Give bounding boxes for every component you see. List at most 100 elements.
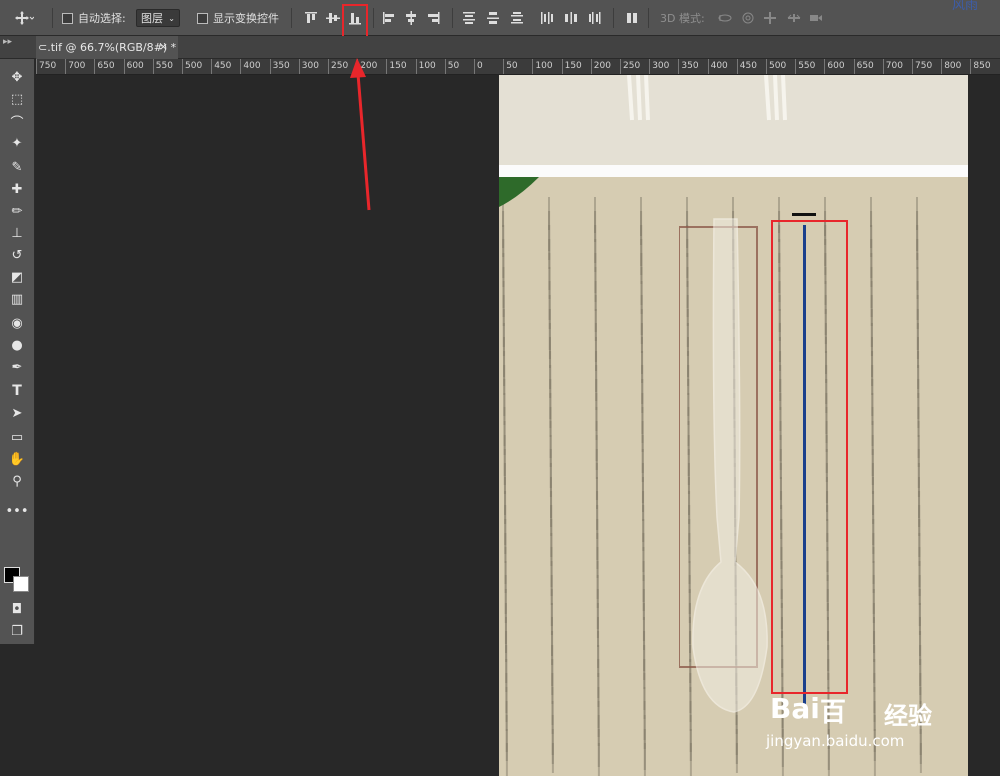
- zoom-tool-icon[interactable]: ⚲: [5, 471, 29, 491]
- screen-mode-icon[interactable]: ❐: [5, 621, 29, 641]
- distribute-horizontal-centers-icon[interactable]: [563, 10, 579, 26]
- distribute-top-icon[interactable]: [461, 10, 477, 26]
- ruler-tick-label: 150: [561, 59, 582, 74]
- move-icon: [15, 11, 34, 25]
- checkbox-icon: [62, 12, 73, 24]
- ruler-tick-label: 300: [649, 59, 669, 74]
- path-selection-icon[interactable]: ➤: [5, 403, 29, 423]
- 3d-pan-icon[interactable]: [762, 10, 778, 26]
- ruler-tick-label: 350: [269, 59, 290, 74]
- tools-panel: ✥ ⬚ ⌒ ✦ ✎ ✚ ✏ ⊥ ↺ ◩ ▥ ◉ ● ✒ T ➤ ▭ ✋ ⚲ ••• ◘ ❐: [0, 59, 35, 644]
- show-transform-label: 显示变换控件: [213, 12, 279, 25]
- document-tab[interactable]: ⊂.tif @ 66.7%(RGB/8#) * ×: [36, 36, 178, 59]
- show-transform-checkbox[interactable]: 显示变换控件: [197, 0, 279, 36]
- ruler-tick-label: 250: [328, 59, 348, 74]
- ruler-tick-label: 50: [503, 59, 518, 74]
- history-brush-icon[interactable]: ↺: [5, 245, 29, 265]
- align-left-edges-icon[interactable]: [381, 10, 397, 26]
- watermark-brand-du: 百: [820, 698, 847, 728]
- ruler-tick-label: 200: [357, 59, 377, 74]
- distribute-vertical-centers-icon[interactable]: [485, 10, 501, 26]
- ruler-tick-label: 450: [211, 59, 231, 74]
- options-bar: 自动选择: 图层 ⌄ 显示变换控件 3D 模式: 风雨: [0, 0, 1000, 36]
- align-right-edges-icon[interactable]: [425, 10, 441, 26]
- hand-tool-icon[interactable]: ✋: [5, 449, 29, 469]
- selection-highlight-box: [771, 220, 848, 694]
- blur-icon[interactable]: ◉: [5, 313, 29, 333]
- 3d-scale-icon[interactable]: [808, 10, 824, 26]
- move-tool-preset[interactable]: [14, 0, 34, 36]
- ruler-tick-label: 500: [182, 59, 202, 74]
- ruler-tick-label: 850: [970, 59, 991, 74]
- ruler-tick-label: 400: [707, 59, 728, 74]
- horizontal-ruler[interactable]: 750 700 650 600 550 500 450 400 350 300 250 200 150 1…: [36, 59, 1000, 75]
- layer-select[interactable]: 图层 ⌄: [136, 9, 180, 27]
- newspaper-text-line: [505, 743, 508, 776]
- type-tool-icon[interactable]: T: [5, 381, 29, 401]
- eraser-icon[interactable]: ◩: [5, 267, 29, 287]
- document-tab-title: ⊂.tif @ 66.7%(RGB/8#) *: [38, 41, 177, 54]
- ruler-tick-label: 350: [678, 59, 699, 74]
- eyedropper-icon[interactable]: ✎: [5, 157, 29, 177]
- ruler-tick-label: 800: [941, 59, 961, 74]
- spoon-tip-right: [764, 75, 787, 121]
- watermark-brand-cn: 经验: [884, 702, 932, 730]
- align-horizontal-centers-icon[interactable]: [403, 10, 419, 26]
- rectangle-tool-icon[interactable]: ▭: [5, 427, 29, 447]
- align-vertical-centers-icon[interactable]: [325, 10, 341, 26]
- lasso-tool-icon[interactable]: ⌒: [5, 111, 29, 131]
- ruler-tick-label: 200: [590, 59, 611, 74]
- watermark-brand-en: Bai: [770, 692, 820, 725]
- brush-tool-icon[interactable]: ✏: [5, 201, 29, 221]
- ruler-tick-label: 550: [795, 59, 815, 74]
- ruler-tick-label: 550: [152, 59, 173, 74]
- quick-mask-icon[interactable]: ◘: [5, 599, 29, 619]
- ruler-tick-label: 450: [736, 59, 757, 74]
- marquee-tool-icon[interactable]: ⬚: [5, 89, 29, 109]
- ruler-tick-label: 650: [853, 59, 874, 74]
- auto-select-checkbox[interactable]: 自动选择:: [62, 0, 126, 36]
- magic-wand-icon[interactable]: ✦: [5, 133, 29, 153]
- collapse-toolbar-icon[interactable]: ▸▸: [3, 37, 12, 47]
- 3d-slide-icon[interactable]: [786, 10, 802, 26]
- gradient-icon[interactable]: ▥: [5, 289, 29, 309]
- ruler-tick-label: 750: [36, 59, 56, 74]
- ruler-tick-label: 50: [444, 59, 459, 74]
- ruler-tick-label: 650: [94, 59, 115, 74]
- ruler-tick-label: 300: [298, 59, 319, 74]
- distribute-bottom-icon[interactable]: [509, 10, 525, 26]
- auto-align-layers-icon[interactable]: [624, 10, 640, 26]
- close-tab-icon[interactable]: ×: [159, 40, 168, 53]
- more-tools-icon[interactable]: •••: [5, 501, 29, 521]
- ruler-tick-label: 0: [474, 59, 483, 74]
- pen-tool-icon[interactable]: ✒: [5, 357, 29, 377]
- ruler-tick-label: 600: [123, 59, 144, 74]
- newspaper-strip-top: [499, 75, 968, 165]
- clone-stamp-icon[interactable]: ⊥: [5, 223, 29, 243]
- dodge-icon[interactable]: ●: [5, 335, 29, 355]
- auto-select-label: 自动选择:: [78, 12, 126, 25]
- ruler-tick-label: 700: [882, 59, 903, 74]
- background-color-swatch[interactable]: [13, 576, 29, 592]
- mode-3d-label: 3D 模式:: [660, 12, 705, 25]
- canvas-gap: [499, 165, 968, 177]
- distribute-left-icon[interactable]: [539, 10, 555, 26]
- newspaper-text-line: [689, 743, 692, 776]
- watermark-url: jingyan.baidu.com: [766, 732, 905, 750]
- top-right-text: 风雨: [951, 0, 978, 13]
- newspaper-text-line: [643, 743, 646, 776]
- ruler-tick-label: 400: [240, 59, 261, 74]
- healing-brush-icon[interactable]: ✚: [5, 179, 29, 199]
- ruler-tick-label: 100: [532, 59, 553, 74]
- newspaper-text-line: [551, 743, 554, 773]
- 3d-roll-icon[interactable]: [740, 10, 756, 26]
- ruler-tick-label: 150: [386, 59, 407, 74]
- ruler-tick-label: 750: [912, 59, 932, 74]
- 3d-rotate-icon[interactable]: [717, 10, 733, 26]
- move-tool-icon[interactable]: ✥: [5, 67, 29, 87]
- distribute-right-icon[interactable]: [587, 10, 603, 26]
- green-object: [499, 177, 539, 207]
- document-canvas[interactable]: [499, 75, 968, 776]
- align-top-edges-icon[interactable]: [303, 10, 319, 26]
- newspaper-text-line: [597, 743, 600, 776]
